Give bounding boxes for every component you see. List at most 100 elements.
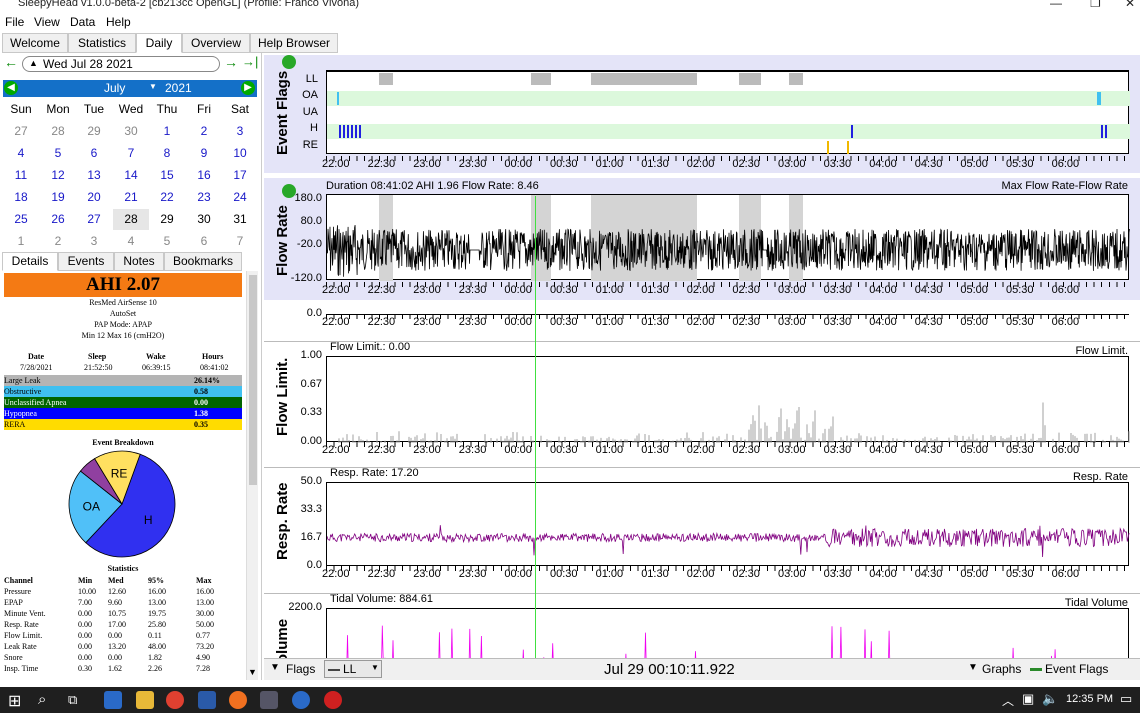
calendar-day[interactable]: 30 xyxy=(113,121,149,142)
app-icon[interactable] xyxy=(292,691,310,709)
flags-dropdown-icon[interactable]: ▼ xyxy=(270,662,280,673)
tab-statistics[interactable]: Statistics xyxy=(68,33,136,53)
event-flags-label[interactable]: Event Flags xyxy=(1045,662,1108,676)
calendar-day[interactable]: 25 xyxy=(3,209,39,230)
calendar-day[interactable]: 14 xyxy=(113,165,149,186)
scroll-down-icon[interactable]: ▼ xyxy=(248,667,257,677)
calendar-day[interactable]: 16 xyxy=(186,165,222,186)
calendar-day[interactable]: 6 xyxy=(76,143,112,164)
back-arrow-icon[interactable]: ← xyxy=(4,54,18,70)
jump-end-icon[interactable]: →| xyxy=(242,54,258,70)
search-icon[interactable]: ⌕ xyxy=(38,691,46,708)
notification-icon[interactable]: ▭ xyxy=(1120,691,1132,707)
firefox-icon[interactable] xyxy=(229,691,247,709)
calendar-day[interactable]: 8 xyxy=(149,143,185,164)
calendar-day[interactable]: 31 xyxy=(222,209,258,230)
scroll-thumb[interactable] xyxy=(249,275,257,485)
calendar-day[interactable]: 22 xyxy=(149,187,185,208)
network-icon[interactable]: ▣ xyxy=(1022,691,1034,707)
time-tick-label: 02:00 xyxy=(686,444,715,456)
tab-daily[interactable]: Daily xyxy=(136,33,182,53)
tab-bookmarks[interactable]: Bookmarks xyxy=(164,252,242,271)
tab-notes[interactable]: Notes xyxy=(114,252,164,271)
calendar-day[interactable]: 1 xyxy=(149,121,185,142)
tab-details[interactable]: Details xyxy=(2,252,58,271)
folder-icon[interactable] xyxy=(136,691,154,709)
details-scrollbar[interactable]: ▼ xyxy=(246,271,258,680)
calendar-day[interactable]: 6 xyxy=(186,231,222,252)
tray-chevron-icon[interactable]: ︿ xyxy=(1002,692,1014,709)
graphs-dropdown-icon[interactable]: ▼ xyxy=(968,662,978,673)
calendar-day[interactable]: 17 xyxy=(222,165,258,186)
calendar-day[interactable]: 1 xyxy=(3,231,39,252)
opera-icon[interactable] xyxy=(324,691,342,709)
calendar-day[interactable]: 27 xyxy=(3,121,39,142)
calendar-year[interactable]: 2021 xyxy=(165,81,192,95)
calendar-day[interactable]: 5 xyxy=(40,143,76,164)
calendar-day[interactable]: 29 xyxy=(149,209,185,230)
calendar-day[interactable]: 28 xyxy=(40,121,76,142)
calendar-day[interactable]: 13 xyxy=(76,165,112,186)
calendar-day[interactable]: 12 xyxy=(40,165,76,186)
menu-data[interactable]: Data xyxy=(70,15,95,29)
prev-month-icon[interactable]: ◀ xyxy=(4,81,18,95)
calendar-day[interactable]: 29 xyxy=(76,121,112,142)
calendar-month[interactable]: July xyxy=(104,81,125,95)
calendar-day[interactable]: 28 xyxy=(113,209,149,230)
tab-overview[interactable]: Overview xyxy=(182,33,250,53)
calendar-day[interactable]: 2 xyxy=(40,231,76,252)
ll-selector[interactable]: LL ▼ xyxy=(324,660,382,678)
graphs-label[interactable]: Graphs xyxy=(982,662,1021,676)
sleepyhead-icon[interactable] xyxy=(260,691,278,709)
calendar-day[interactable]: 9 xyxy=(186,143,222,164)
time-tick-label: 02:30 xyxy=(732,568,760,580)
time-axis: 22:00 22:30 23:00 23:30 00:00 00:30 01:00 01:30… xyxy=(322,314,1129,328)
calendar-day[interactable]: 26 xyxy=(40,209,76,230)
menu-view[interactable]: View xyxy=(34,15,60,29)
close-icon[interactable]: ✕ xyxy=(1125,0,1135,10)
calendar-day[interactable]: 15 xyxy=(149,165,185,186)
calendar-day[interactable]: 21 xyxy=(113,187,149,208)
calendar-day[interactable]: 23 xyxy=(186,187,222,208)
forward-arrow-icon[interactable]: → xyxy=(224,54,238,70)
calendar-day[interactable]: 5 xyxy=(149,231,185,252)
event-label: Large Leak xyxy=(4,376,41,385)
menu-file[interactable]: File xyxy=(5,15,24,29)
chevron-up-icon: ▲ xyxy=(29,58,38,68)
tab-help-browser[interactable]: Help Browser xyxy=(250,33,338,53)
calendar-day[interactable]: 4 xyxy=(3,143,39,164)
calendar-day[interactable]: 7 xyxy=(113,143,149,164)
calendar-day[interactable]: 20 xyxy=(76,187,112,208)
date-selector[interactable]: ▲ Wed Jul 28 2021 xyxy=(22,56,220,72)
time-cursor-line[interactable] xyxy=(535,196,536,680)
calendar-day[interactable]: 3 xyxy=(222,121,258,142)
calendar-day[interactable]: 27 xyxy=(76,209,112,230)
tab-welcome[interactable]: Welcome xyxy=(2,33,68,53)
windows-start-icon[interactable]: ⊞ xyxy=(8,691,21,711)
store-icon[interactable] xyxy=(104,691,122,709)
clock[interactable]: 12:35 PM xyxy=(1066,693,1113,705)
flags-label[interactable]: Flags xyxy=(286,662,315,676)
maximize-icon[interactable]: ❐ xyxy=(1090,0,1101,10)
calendar-day[interactable]: 30 xyxy=(186,209,222,230)
calendar-day[interactable]: 24 xyxy=(222,187,258,208)
calendar-day[interactable]: 10 xyxy=(222,143,258,164)
chrome-icon[interactable] xyxy=(166,691,184,709)
calendar-day[interactable]: 3 xyxy=(76,231,112,252)
minimize-icon[interactable]: — xyxy=(1050,0,1062,10)
calendar-day[interactable]: 4 xyxy=(113,231,149,252)
calendar-day[interactable]: 11 xyxy=(3,165,39,186)
tab-events[interactable]: Events xyxy=(58,252,114,271)
task-view-icon[interactable]: ⧉ xyxy=(68,692,77,708)
session-date: 7/28/2021 xyxy=(20,363,53,372)
calendar-day[interactable]: 2 xyxy=(186,121,222,142)
calendar-day[interactable]: 18 xyxy=(3,187,39,208)
menu-help[interactable]: Help xyxy=(106,15,131,29)
volume-icon[interactable]: 🔈 xyxy=(1042,691,1058,707)
calendar-day[interactable]: 19 xyxy=(40,187,76,208)
calendar-day[interactable]: 7 xyxy=(222,231,258,252)
word-icon[interactable] xyxy=(198,691,216,709)
pin-icon[interactable] xyxy=(282,55,296,69)
pin-icon[interactable] xyxy=(282,184,296,198)
next-month-icon[interactable]: ▶ xyxy=(241,81,255,95)
